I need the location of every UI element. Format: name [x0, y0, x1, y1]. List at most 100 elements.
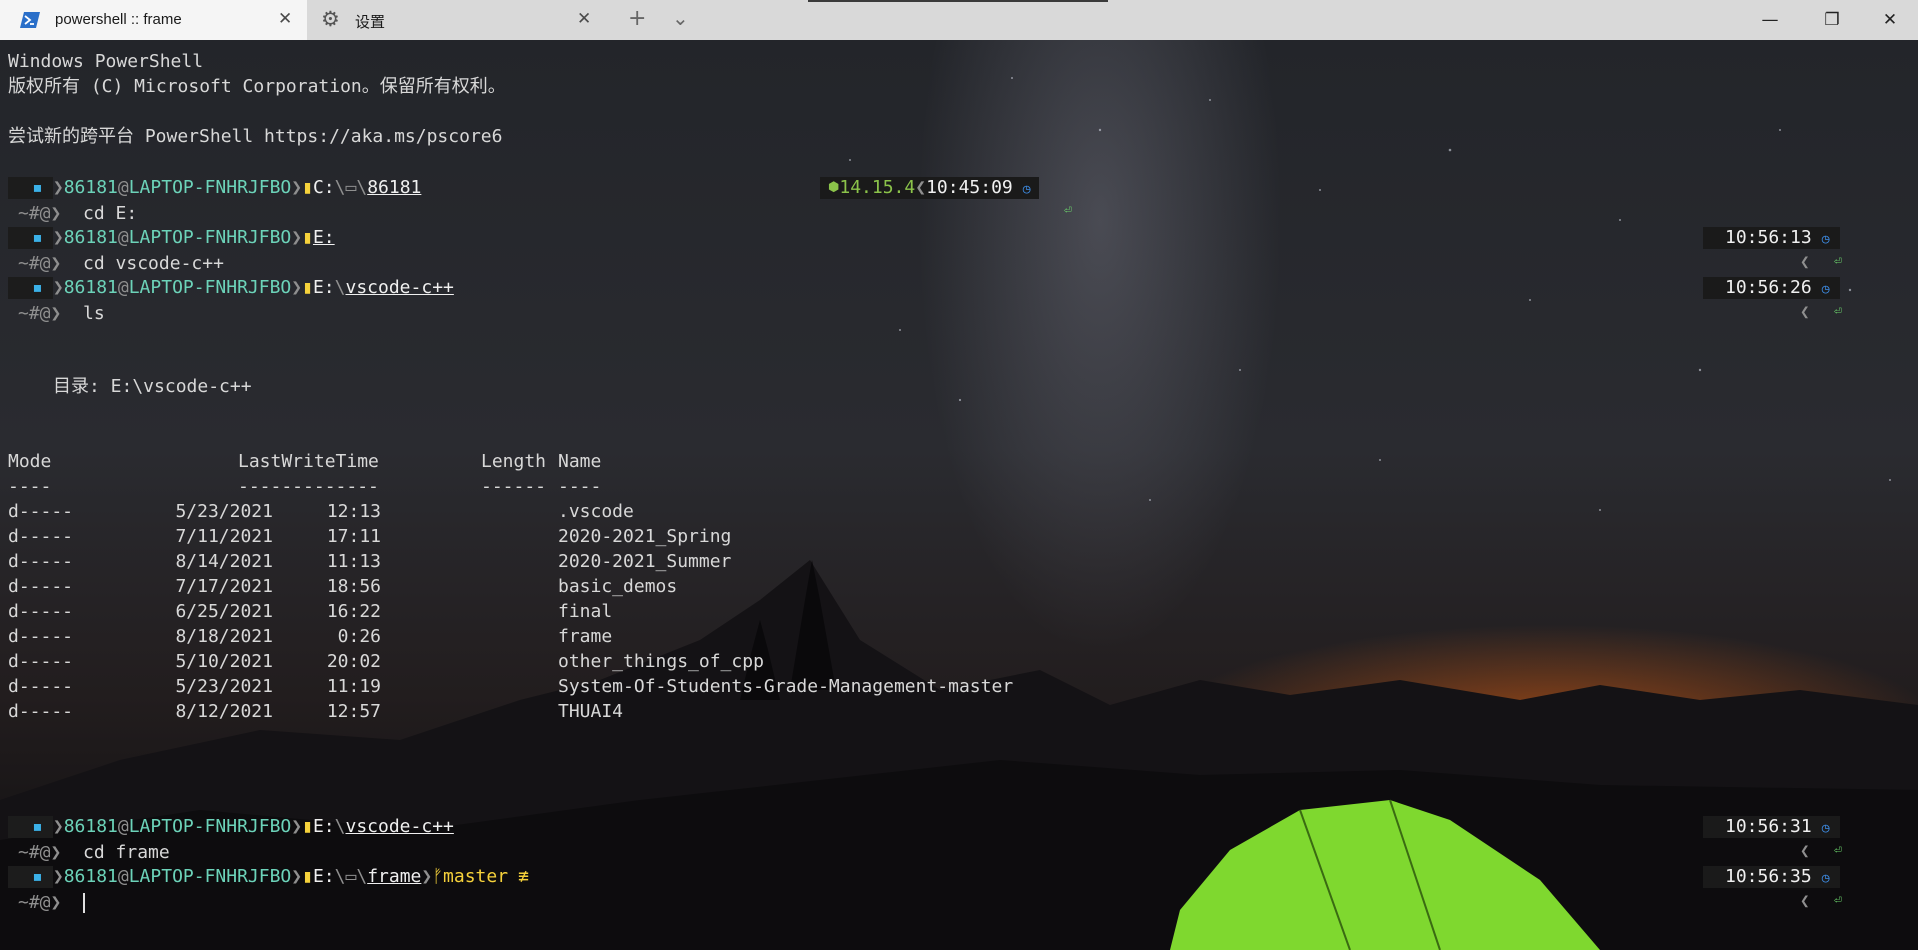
minimize-icon: — [1761, 10, 1779, 30]
column-header-length: Length [481, 451, 547, 472]
right-time-segment: 10:56:31 ◷ [1703, 816, 1840, 838]
clock-icon: ◷ [1821, 871, 1830, 886]
folder-icon: ▮ [302, 177, 313, 198]
tab-close-icon[interactable]: ✕ [278, 9, 292, 29]
command-line: ~#@❯ cd frame [18, 840, 170, 865]
at-sign: @ [117, 227, 129, 248]
row-name: frame [558, 626, 613, 647]
row-time: 17:11 [326, 526, 381, 547]
enter-icon: ⏎ [1834, 843, 1842, 858]
prompt-dir: frame [367, 866, 422, 887]
windows-icon: ▪ [8, 177, 53, 199]
prompt-drive: E: [312, 227, 335, 248]
prompt-drive: E: [312, 866, 335, 887]
mini-prompt: ~#@ [18, 203, 51, 224]
tab-powershell-label: powershell :: frame [55, 11, 182, 28]
row-date: 6/25/2021 [175, 601, 273, 622]
row-mode: d----- [8, 501, 74, 522]
separator-icon: ❯ [50, 253, 84, 274]
prompt-host: LAPTOP-FNHRJFBO [128, 227, 292, 248]
mini-prompt: ~#@ [18, 253, 51, 274]
prompt-user: 86181 [63, 277, 118, 298]
restore-button[interactable]: ❐ [1804, 0, 1860, 40]
minimize-button[interactable]: — [1742, 0, 1798, 40]
chevron-down-icon[interactable]: ⌄ [672, 6, 689, 30]
restore-icon: ❐ [1824, 10, 1840, 30]
node-icon: ⬢ [828, 180, 840, 195]
command-text: ls [83, 303, 105, 324]
row-date: 7/17/2021 [175, 576, 273, 597]
mini-prompt: ~#@ [18, 892, 51, 913]
separator-icon: ❯ [50, 842, 84, 863]
folder-icon: ▮ [302, 866, 313, 887]
prompt-line: ▪ ❯ 86181@LAPTOP-FNHRJFBO ❯ ▮ E: [8, 227, 335, 249]
node-version: 14.15.4 [839, 177, 916, 198]
row-time: 18:56 [326, 576, 381, 597]
row-mode: d----- [8, 551, 74, 572]
row-date: 5/10/2021 [175, 651, 273, 672]
prompt-user: 86181 [63, 177, 118, 198]
row-time: 12:13 [326, 501, 381, 522]
windows-icon: ▪ [8, 277, 53, 299]
prompt-time: 10:56:13 [1725, 227, 1812, 248]
separator-icon: ❯ [50, 892, 84, 913]
separator-icon: ❮ [915, 177, 927, 198]
prompt-host: LAPTOP-FNHRJFBO [128, 866, 292, 887]
folder-icon: ▮ [302, 816, 313, 837]
folder-icon: ▮ [302, 227, 313, 248]
separator-icon: ❯ [291, 177, 303, 198]
clock-icon: ◷ [1821, 821, 1830, 836]
row-mode: d----- [8, 701, 74, 722]
clock-icon: ◷ [1022, 182, 1031, 197]
separator-icon: \ [334, 866, 346, 887]
chevron-left-icon: ❮ [1800, 891, 1810, 910]
separator-icon: ❯ [50, 203, 84, 224]
prompt-time: 10:56:26 [1725, 277, 1812, 298]
tab-settings[interactable]: ⚙ 设置 ✕ [307, 0, 600, 40]
command-text: cd frame [83, 842, 170, 863]
window-drag-strip[interactable] [808, 0, 1108, 2]
row-name: basic_demos [558, 576, 678, 597]
column-header-lastwritetime: LastWriteTime [238, 451, 379, 472]
prompt-user: 86181 [63, 866, 118, 887]
prompt-time: 10:45:09 [926, 177, 1013, 198]
separator-icon: \ [334, 816, 346, 837]
text-cursor[interactable] [83, 893, 86, 913]
column-header-mode: Mode [8, 451, 52, 472]
separator-icon: ❯ [291, 227, 303, 248]
separator-icon: ❯ [52, 177, 64, 198]
command-line: ~#@❯ [18, 890, 86, 915]
row-name: 2020-2021_Spring [558, 526, 732, 547]
banner-line: 版权所有 (C) Microsoft Corporation。保留所有权利。 [8, 76, 506, 97]
tab-powershell[interactable]: powershell :: frame ✕ [0, 0, 307, 40]
column-underline: ------ [481, 476, 547, 497]
windows-icon: ▪ [8, 227, 53, 249]
enter-icon: ⏎ [1064, 203, 1072, 218]
separator-icon: ❯ [291, 816, 303, 837]
row-name: THUAI4 [558, 701, 624, 722]
clock-icon: ◷ [1821, 232, 1830, 247]
row-name: System-Of-Students-Grade-Management-mast… [558, 676, 1014, 697]
row-date: 5/23/2021 [175, 501, 273, 522]
tab-close-icon[interactable]: ✕ [577, 9, 591, 29]
terminal-pane[interactable]: Windows PowerShell 版权所有 (C) Microsoft Co… [0, 40, 1918, 950]
chevron-left-icon: ❮ [1800, 302, 1810, 321]
mini-prompt: ~#@ [18, 303, 51, 324]
at-sign: @ [117, 816, 129, 837]
separator-icon: ❯ [421, 866, 433, 887]
directory-label: 目录: E:\vscode-c++ [53, 376, 252, 397]
row-mode: d----- [8, 526, 74, 547]
new-tab-button[interactable]: + [628, 6, 646, 31]
prompt-host: LAPTOP-FNHRJFBO [128, 277, 292, 298]
prompt-line: ▪ ❯ 86181@LAPTOP-FNHRJFBO ❯ ▮ C:\ ▭ \ 861… [8, 177, 421, 199]
enter-icon: ⏎ [1834, 304, 1842, 319]
prompt-drive: C: [312, 177, 335, 198]
command-line: ~#@❯ ls [18, 301, 105, 326]
row-time: 11:13 [326, 551, 381, 572]
close-window-button[interactable]: ✕ [1862, 0, 1918, 40]
at-sign: @ [117, 866, 129, 887]
row-time: 20:02 [326, 651, 381, 672]
folder-icon: ▭ [345, 177, 357, 198]
banner-line: 尝试新的跨平台 PowerShell https://aka.ms/pscore… [8, 126, 503, 147]
at-sign: @ [117, 177, 129, 198]
